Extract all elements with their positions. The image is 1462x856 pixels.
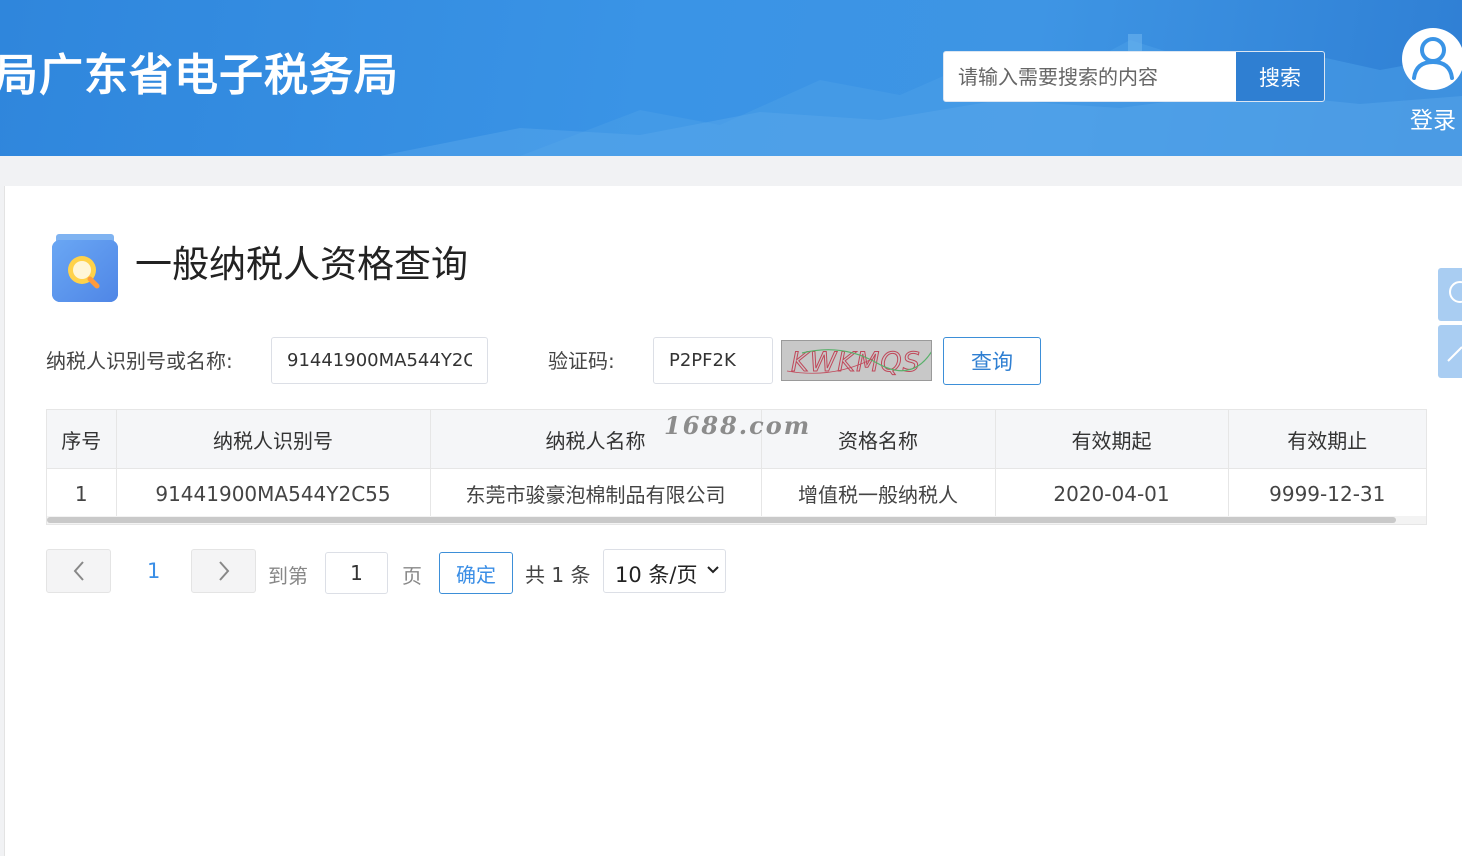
total-count: 共 1 条 bbox=[525, 563, 591, 587]
watermark: 1688.com bbox=[664, 411, 812, 440]
prev-page-button[interactable] bbox=[46, 549, 111, 593]
goto-confirm-button[interactable]: 确定 bbox=[439, 552, 513, 594]
login-link[interactable]: 登录 bbox=[1410, 101, 1456, 135]
page-size-value: 10 条/页 bbox=[615, 563, 698, 587]
column-header-taxpayer-id: 纳税人识别号 bbox=[116, 410, 431, 469]
scrollbar-thumb[interactable] bbox=[47, 517, 1396, 523]
horizontal-scrollbar[interactable] bbox=[47, 516, 1426, 524]
chat-bubble-icon bbox=[1449, 281, 1462, 303]
page-size-select[interactable]: 10 条/页 bbox=[603, 549, 726, 593]
chevron-left-icon bbox=[73, 561, 84, 581]
chevron-right-icon bbox=[218, 561, 229, 581]
captcha-input[interactable] bbox=[653, 337, 773, 384]
column-header-index: 序号 bbox=[47, 410, 117, 469]
site-title: 局广东省电子税务局 bbox=[0, 50, 399, 101]
search-input[interactable] bbox=[944, 52, 1236, 101]
page-number-current[interactable]: 1 bbox=[147, 559, 160, 583]
search-button[interactable]: 搜索 bbox=[1236, 52, 1324, 101]
search-document-icon bbox=[52, 234, 118, 302]
table-row: 1 91441900MA544Y2C55 东莞市骏豪泡棉制品有限公司 增值税一般… bbox=[47, 468, 1426, 518]
taxpayer-id-input[interactable] bbox=[271, 337, 488, 384]
page-title: 一般纳税人资格查询 bbox=[135, 243, 468, 286]
captcha-image[interactable]: KWKMQS bbox=[781, 340, 932, 381]
cell-valid-to: 9999-12-31 bbox=[1269, 481, 1386, 506]
captcha-label: 验证码: bbox=[548, 349, 615, 373]
back-to-top-button[interactable] bbox=[1438, 325, 1462, 378]
chat-float-button[interactable] bbox=[1438, 268, 1462, 321]
taxpayer-label: 纳税人识别号或名称: bbox=[46, 349, 233, 373]
cell-valid-from: 2020-04-01 bbox=[995, 468, 1229, 518]
user-avatar-icon[interactable] bbox=[1402, 28, 1462, 90]
cell-taxpayer-id: 91441900MA544Y2C55 bbox=[116, 468, 431, 518]
cell-qualification: 增值税一般纳税人 bbox=[761, 468, 996, 518]
goto-prefix: 到第 bbox=[268, 564, 308, 588]
header-search: 搜索 bbox=[943, 51, 1325, 102]
query-button[interactable]: 查询 bbox=[943, 337, 1041, 385]
next-page-button[interactable] bbox=[191, 549, 256, 593]
chevron-down-icon bbox=[707, 566, 719, 574]
arrow-up-icon bbox=[1447, 346, 1462, 362]
goto-page-input[interactable] bbox=[325, 552, 388, 594]
cell-index: 1 bbox=[47, 468, 117, 518]
goto-suffix: 页 bbox=[402, 564, 422, 588]
cell-taxpayer-name: 东莞市骏豪泡棉制品有限公司 bbox=[430, 468, 762, 518]
column-header-valid-from: 有效期起 bbox=[995, 410, 1229, 469]
header-banner: 局广东省电子税务局 搜索 登录 bbox=[0, 0, 1462, 156]
column-header-valid-to: 有效期止 bbox=[1228, 410, 1426, 469]
